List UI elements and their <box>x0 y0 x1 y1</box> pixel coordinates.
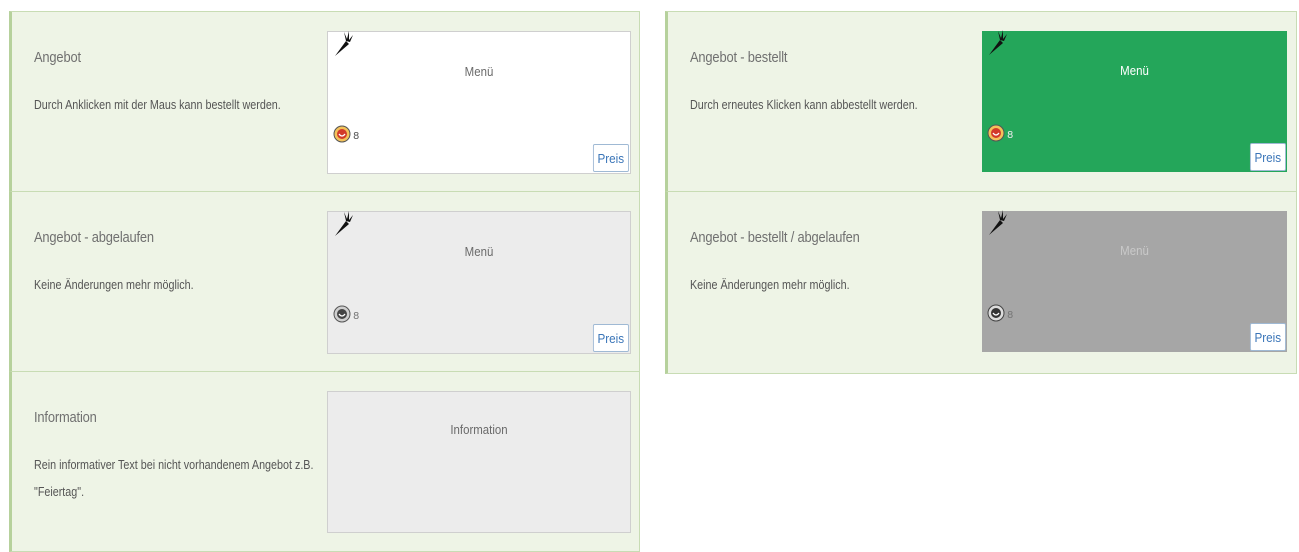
svg-text:8: 8 <box>353 131 359 142</box>
legend-description: Durch erneutes Klicken kann abbestellt w… <box>690 98 918 112</box>
legend-row-offer: Angebot Durch Anklicken mit der Maus kan… <box>9 11 640 192</box>
legend-title: Angebot - bestellt / abgelaufen <box>690 229 860 246</box>
legend-description: Keine Änderungen mehr möglich. <box>690 278 850 292</box>
menu-label: Menü <box>1120 63 1149 78</box>
legend-description: Rein informativer Text bei nicht vorhand… <box>34 458 314 499</box>
allergen-badge-icon: 8 <box>987 124 1013 142</box>
menu-label: Menü <box>1120 243 1149 258</box>
menu-label: Menü <box>464 64 494 79</box>
allergen-badge-icon: 8 <box>333 305 359 323</box>
carrot-icon <box>989 30 1007 55</box>
legend-column-right: Angebot - bestellt Durch erneutes Klicke… <box>665 11 1297 374</box>
carrot-icon <box>335 211 353 236</box>
price-button[interactable]: Preis <box>1250 143 1286 171</box>
legend-column-left: Angebot Durch Anklicken mit der Maus kan… <box>9 11 640 552</box>
carrot-icon <box>335 31 353 56</box>
price-button[interactable]: Preis <box>1250 323 1286 351</box>
price-button[interactable]: Preis <box>593 324 629 352</box>
information-label: Information <box>450 422 508 437</box>
legend-title: Information <box>34 409 97 426</box>
menu-label: Menü <box>464 244 494 259</box>
menu-tile-offer[interactable]: Menü 8 Preis <box>327 31 631 174</box>
legend-title: Angebot - bestellt <box>690 49 788 66</box>
legend-title: Angebot <box>34 49 81 66</box>
legend-row-information: Information Rein informativer Text bei n… <box>9 371 640 552</box>
menu-tile-ordered[interactable]: Menü 8 Preis <box>982 30 1287 172</box>
legend-description: Keine Änderungen mehr möglich. <box>34 278 194 292</box>
allergen-badge-icon: 8 <box>333 125 359 143</box>
legend-row-ordered: Angebot - bestellt Durch erneutes Klicke… <box>665 11 1297 192</box>
legend-row-ordered-expired: Angebot - bestellt / abgelaufen Keine Än… <box>665 191 1297 374</box>
information-tile: Information <box>327 391 631 533</box>
menu-tile-expired: Menü 8 Preis <box>327 211 631 354</box>
svg-text:8: 8 <box>353 311 359 322</box>
svg-text:8: 8 <box>1007 130 1013 141</box>
price-button[interactable]: Preis <box>593 144 629 172</box>
svg-text:8: 8 <box>1007 310 1013 321</box>
legend-description: Durch Anklicken mit der Maus kann bestel… <box>34 98 281 112</box>
legend-title: Angebot - abgelaufen <box>34 229 154 246</box>
carrot-icon <box>989 210 1007 235</box>
menu-tile-ordered-expired: Menü 8 Preis <box>982 210 1287 352</box>
legend-row-expired: Angebot - abgelaufen Keine Änderungen me… <box>9 191 640 372</box>
allergen-badge-icon: 8 <box>987 304 1013 322</box>
